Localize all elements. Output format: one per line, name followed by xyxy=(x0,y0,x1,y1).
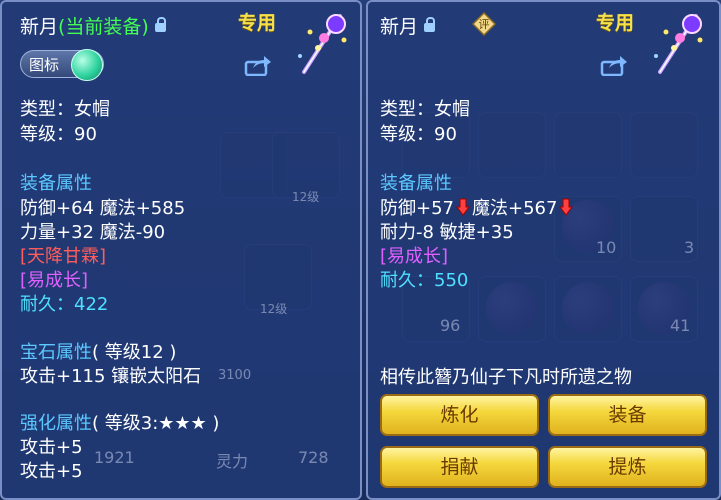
hairpin-icon xyxy=(298,14,347,74)
item-type: 类型：女帽 xyxy=(20,99,110,120)
bg-level-12: 12级 xyxy=(292,190,320,204)
share-icon[interactable] xyxy=(244,54,272,76)
decrease-arrow-icon xyxy=(559,198,574,216)
enhance-level: ( 等级3:★★★ ) xyxy=(92,413,220,434)
enhance-attr-header: 强化属性 xyxy=(20,413,92,434)
item-type: 类型：女帽 xyxy=(380,99,470,120)
item-level: 等级：90 xyxy=(20,124,97,145)
icon-toggle[interactable]: 图标 xyxy=(20,49,104,81)
bg-count-3: 3 xyxy=(684,238,695,257)
attr-line-2: 力量+32 魔法-90 xyxy=(20,222,166,243)
durability: 耐久：550 xyxy=(380,269,468,292)
bg-count-96: 96 xyxy=(440,316,461,335)
current-equip-label: (当前装备) xyxy=(58,16,149,38)
gem-level: ( 等级12 ) xyxy=(92,342,177,363)
hairpin-icon xyxy=(654,14,703,74)
item-title: 新月 xyxy=(380,12,436,39)
current-equipment-tooltip: 新月(当前装备) 专用 图标 类型：女帽 等级：90 装备属性 防御+64 魔法… xyxy=(0,0,362,500)
share-icon[interactable] xyxy=(600,54,628,76)
attr-line-1: 防御+64 魔法+585 xyxy=(20,198,186,219)
equip-button[interactable]: 装备 xyxy=(548,394,707,436)
gem-attr-title: 宝石属性( 等级12 ) xyxy=(20,341,176,364)
bg-stat-728: 728 xyxy=(298,448,329,467)
attr-magic: 魔法+567 xyxy=(472,198,558,219)
bg-stat-1921: 1921 xyxy=(94,448,135,467)
durability-label: 耐久： xyxy=(380,270,434,291)
durability-value: 550 xyxy=(434,270,469,291)
item-title: 新月(当前装备) xyxy=(20,12,166,39)
toggle-knob[interactable] xyxy=(71,49,103,81)
compare-equipment-tooltip: 新月 评 专用 类型：女帽 等级：90 装备属性 防御+57 魔法+567 耐力-… xyxy=(366,0,721,500)
durability-value: 422 xyxy=(74,294,109,315)
growth-effect: [易成长] xyxy=(380,246,449,267)
item-level: 等级：90 xyxy=(380,124,457,145)
lock-icon xyxy=(154,17,166,32)
icon-toggle-label: 图标 xyxy=(29,56,60,74)
enhance-attr-title: 强化属性( 等级3:★★★ ) xyxy=(20,412,219,435)
durability: 耐久：422 xyxy=(20,293,108,316)
extract-button[interactable]: 提炼 xyxy=(548,446,707,488)
attr-line-1: 防御+57 魔法+567 xyxy=(380,197,575,220)
bg-stat-3100: 3100 xyxy=(218,368,252,383)
enhance-attr-1: 攻击+5 xyxy=(20,437,83,458)
durability-label: 耐久： xyxy=(20,294,74,315)
exclusive-label: 专用 xyxy=(596,12,635,34)
evaluate-badge-icon[interactable]: 评 xyxy=(472,12,496,36)
special-effect: [天降甘霖] xyxy=(20,246,107,267)
enhance-attr-2: 攻击+5 xyxy=(20,461,83,482)
refine-button[interactable]: 炼化 xyxy=(380,394,539,436)
equip-attr-header: 装备属性 xyxy=(20,173,92,194)
evaluate-badge-text: 评 xyxy=(479,18,490,31)
attr-line-2: 耐力-8 敏捷+35 xyxy=(380,222,514,243)
item-name: 新月 xyxy=(20,16,59,38)
item-name: 新月 xyxy=(380,16,419,38)
gem-attr: 攻击+115 镶嵌太阳石 xyxy=(20,366,202,387)
decrease-arrow-icon xyxy=(456,198,470,216)
equip-attr-header: 装备属性 xyxy=(380,173,452,194)
bg-level-12: 12级 xyxy=(260,302,288,316)
item-description: 相传此簪乃仙子下凡时所遗之物 xyxy=(380,367,632,388)
exclusive-label: 专用 xyxy=(238,12,277,34)
growth-effect: [易成长] xyxy=(20,270,89,291)
donate-button[interactable]: 捐献 xyxy=(380,446,539,488)
bg-count-10: 10 xyxy=(596,238,617,257)
bg-stat-label: 灵力 xyxy=(216,452,249,471)
gem-attr-header: 宝石属性 xyxy=(20,342,92,363)
attr-defense: 防御+57 xyxy=(380,198,454,219)
bg-count-41: 41 xyxy=(670,316,691,335)
lock-icon xyxy=(424,17,436,32)
